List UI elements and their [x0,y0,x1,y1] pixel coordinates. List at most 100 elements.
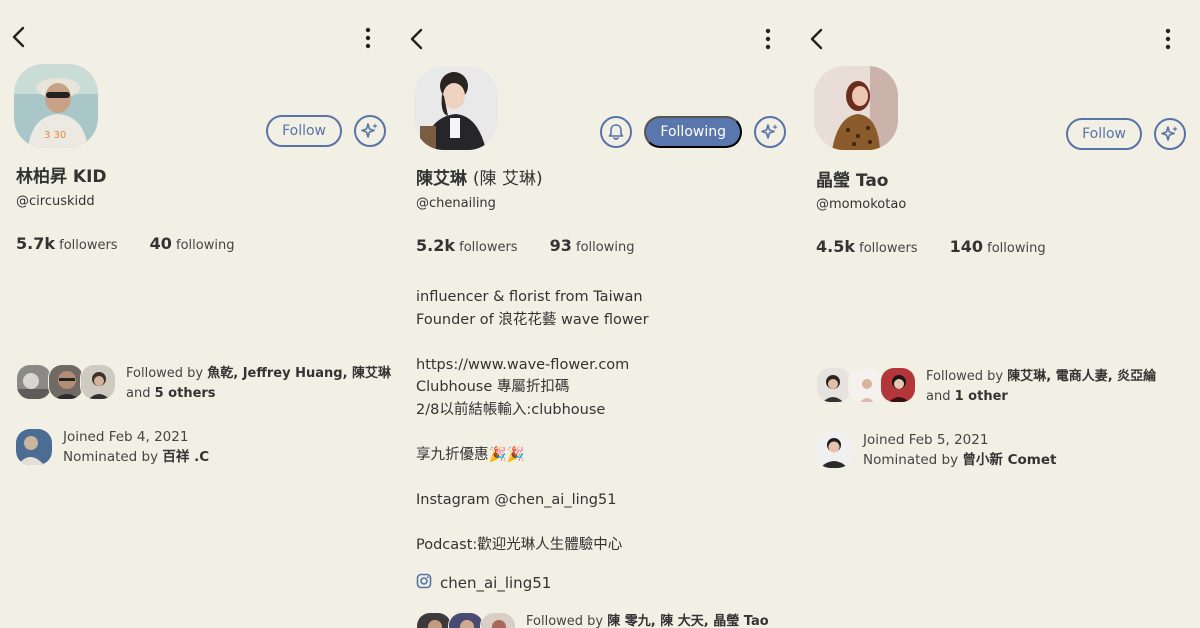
instagram-link[interactable]: chen_ai_ling51 [416,573,551,593]
bio-line: 2/8以前結帳輸入:clubhouse [416,401,606,418]
followed-by-prefix: Followed by [126,366,204,381]
avatar [816,367,852,403]
profile-panel-kid: 3 30 Follow 林柏昇 KID @circuskidd 5.7k fol… [0,0,400,628]
following-count: 140 [949,237,983,256]
followers-label: followers [459,240,518,255]
profile-name: 林柏昇 KID [16,162,107,187]
joined-text: Joined Feb 4, 2021 Nominated by 百祥 .C [63,427,209,467]
joined-date: Joined Feb 4, 2021 [63,429,189,445]
profile-name-extra: (陳 艾琳) [472,169,543,189]
sparkle-icon[interactable] [354,115,386,147]
followed-by[interactable]: Followed by 陳 零九, 陳 大天, 晶瑩 Tao [416,612,769,628]
more-vertical-icon[interactable] [358,25,378,51]
bio-line [416,331,786,354]
nominator-avatar[interactable] [816,432,852,468]
and-label: and [126,386,151,401]
followers-stat[interactable]: 4.5k followers [816,237,918,256]
more-vertical-icon[interactable] [1158,26,1178,52]
profile-stats: 5.7k followers 40 following [16,234,234,253]
profile-stats: 5.2k followers 93 following [416,236,634,255]
following-stat[interactable]: 40 following [150,234,235,253]
sparkle-icon[interactable] [754,116,786,148]
back-arrow-icon[interactable] [8,24,32,50]
nominated-prefix: Nominated by [863,452,959,468]
following-stat[interactable]: 140 following [950,237,1046,256]
avatar [814,66,898,150]
followed-by-text: Followed by 陳 零九, 陳 大天, 晶瑩 Tao [526,612,769,628]
following-button[interactable]: Following [644,116,742,148]
followed-by-names: 陳艾琳, 電商人妻, 炎亞綸 [1007,369,1157,384]
avatar [880,367,916,403]
profile-name: 陳艾琳 (陳 艾琳) [416,164,543,189]
followed-by-names: 陳 零九, 陳 大天, 晶瑩 Tao [607,614,769,628]
more-vertical-icon[interactable] [758,26,778,52]
svg-text:3 30: 3 30 [44,130,66,141]
mutual-avatars [16,364,116,400]
followed-by-prefix: Followed by [526,614,604,628]
following-label: following [987,241,1046,256]
bell-icon[interactable] [600,116,633,148]
profile-actions: Follow [1066,118,1186,150]
avatar [16,364,52,400]
bio-line [416,466,786,489]
joined-date: Joined Feb 5, 2021 [863,432,989,448]
following-count: 40 [149,234,172,253]
avatar [416,612,452,628]
followers-stat[interactable]: 5.7k followers [16,234,118,253]
followers-count: 4.5k [816,237,855,256]
profile-panel-chenailing: Following 陳艾琳 (陳 艾琳) @chenailing 5.2k fo… [400,0,800,628]
following-stat[interactable]: 93 following [550,236,635,255]
followed-by[interactable]: Followed by 魚乾, Jeffrey Huang, 陳艾琳 and 5… [16,364,391,404]
bio-line [416,511,786,534]
and-label: and [926,389,951,404]
mutual-avatars [416,612,516,628]
followers-stat[interactable]: 5.2k followers [416,236,518,255]
profile-handle: @chenailing [416,196,496,211]
bio-line: Founder of 浪花花藝 wave flower [416,311,649,328]
bio-link[interactable]: https://www.wave-flower.com [416,354,786,377]
followed-by-names: 魚乾, Jeffrey Huang, 陳艾琳 [207,366,392,381]
avatar [414,66,498,150]
avatar: 3 30 [14,64,98,148]
followed-by-prefix: Followed by [926,369,1004,384]
instagram-icon [416,573,432,593]
followed-by-text: Followed by 魚乾, Jeffrey Huang, 陳艾琳 and 5… [126,364,391,404]
following-label: following [576,240,635,255]
nominated-prefix: Nominated by [63,449,159,465]
others-count: 5 others [154,386,216,401]
bio-line: Clubhouse 專屬折扣碼 [416,379,570,395]
back-arrow-icon[interactable] [806,26,830,52]
bio-line: Instagram @chen_ai_ling51 [416,491,617,508]
followed-by[interactable]: Followed by 陳艾琳, 電商人妻, 炎亞綸 and 1 other [816,367,1156,407]
avatar [848,367,884,403]
profile-name: 晶瑩 Tao [816,166,888,191]
joined-text: Joined Feb 5, 2021 Nominated by 曾小新 Come… [863,430,1056,470]
followers-count: 5.2k [416,236,455,255]
followed-by-text: Followed by 陳艾琳, 電商人妻, 炎亞綸 and 1 other [926,367,1156,407]
profile-bio: influencer & florist from Taiwan Founder… [416,286,786,556]
others-count: 1 other [954,389,1008,404]
back-arrow-icon[interactable] [406,26,430,52]
follow-button[interactable]: Follow [1066,118,1142,150]
avatar [480,612,516,628]
sparkle-icon[interactable] [1154,118,1186,150]
profile-actions: Following [600,116,786,148]
bio-line: influencer & florist from Taiwan [416,289,643,305]
avatar [48,364,84,400]
avatar [80,364,116,400]
nominator-avatar[interactable] [16,429,52,465]
profile-stats: 4.5k followers 140 following [816,237,1046,256]
instagram-handle: chen_ai_ling51 [440,574,552,592]
profile-handle: @momokotao [816,197,907,212]
nominated-by-name[interactable]: 百祥 .C [162,449,209,465]
bio-line: 享九折優惠🎉🎉 [416,446,525,463]
joined-info: Joined Feb 4, 2021 Nominated by 百祥 .C [16,427,209,467]
nominated-by-name[interactable]: 曾小新 Comet [962,452,1056,468]
mutual-avatars [816,367,916,403]
followers-label: followers [859,241,918,256]
avatar [448,612,484,628]
follow-button[interactable]: Follow [266,115,342,147]
followers-label: followers [59,238,118,253]
profile-panel-tao: Follow 晶瑩 Tao @momokotao 4.5k followers … [800,0,1200,628]
profile-name-text: 林柏昇 KID [16,167,107,187]
